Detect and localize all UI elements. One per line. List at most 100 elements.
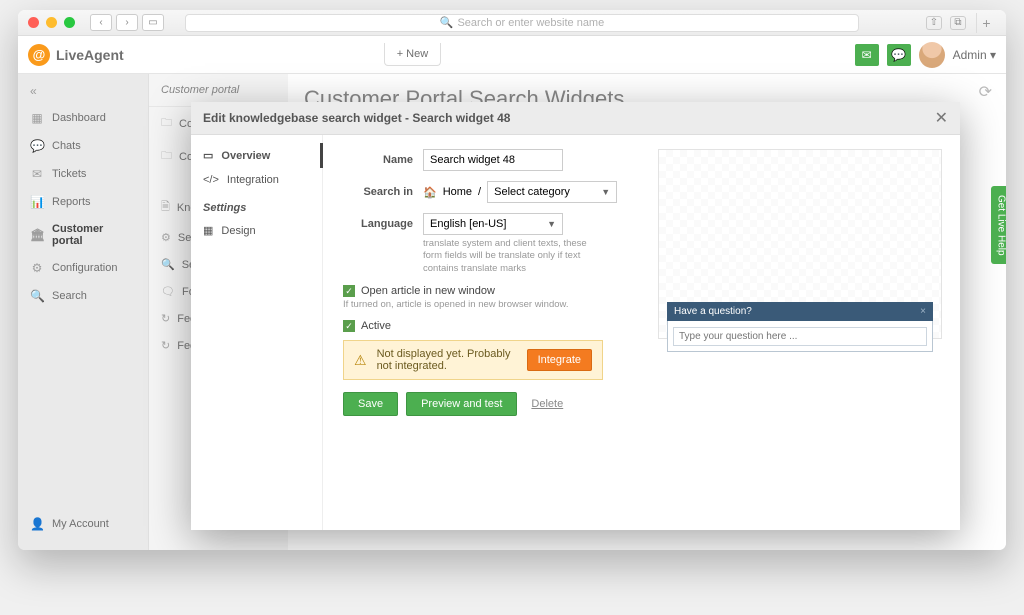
warning-icon: ⚠ bbox=[354, 352, 367, 369]
refresh-icon[interactable]: ⟳ bbox=[979, 82, 992, 102]
name-input[interactable] bbox=[423, 149, 563, 171]
gear-icon: ⚙ bbox=[161, 231, 171, 244]
tabs-icon[interactable]: ⧉ bbox=[950, 16, 966, 30]
sidebar-item-configuration[interactable]: ⚙Configuration bbox=[18, 254, 148, 282]
feed-icon: ↻ bbox=[161, 312, 170, 325]
avatar[interactable] bbox=[919, 42, 945, 68]
language-help: translate system and client texts, these… bbox=[423, 238, 603, 275]
search-icon: 🔍 bbox=[30, 289, 44, 303]
delete-link[interactable]: Delete bbox=[531, 398, 563, 410]
modal-section-settings: Settings bbox=[191, 192, 322, 218]
modal-tab-integration[interactable]: </>Integration bbox=[191, 168, 322, 192]
collapse-icon[interactable]: « bbox=[18, 78, 148, 104]
preview-pane: Have a question? × bbox=[658, 149, 942, 339]
widget-search-input[interactable] bbox=[673, 327, 927, 346]
modal-title: Edit knowledgebase search widget - Searc… bbox=[203, 111, 510, 125]
checkbox-icon: ✓ bbox=[343, 285, 355, 297]
forward-button[interactable]: › bbox=[116, 14, 138, 31]
url-placeholder: Search or enter website name bbox=[457, 17, 604, 29]
minimize-window[interactable] bbox=[46, 17, 57, 28]
home-text: Home bbox=[443, 186, 472, 198]
widget-header: Have a question? × bbox=[667, 302, 933, 321]
new-button[interactable]: + New bbox=[384, 43, 442, 66]
close-window[interactable] bbox=[28, 17, 39, 28]
card-icon: ▭ bbox=[203, 149, 213, 162]
sidebar-item-tickets[interactable]: ✉Tickets bbox=[18, 160, 148, 188]
sidebar-item-customer-portal[interactable]: 🏛Customer portal bbox=[18, 216, 148, 254]
gear-icon: ⚙ bbox=[30, 261, 44, 275]
doc-icon: 🗎 bbox=[161, 198, 170, 217]
dashboard-icon: ▦ bbox=[30, 111, 44, 125]
code-icon: </> bbox=[203, 174, 219, 186]
browser-window: ‹ › ▭ 🔍 Search or enter website name ⇧ ⧉… bbox=[18, 10, 1006, 550]
slash: / bbox=[478, 186, 481, 198]
ticket-icon: ✉ bbox=[30, 167, 44, 181]
feed-icon: ↻ bbox=[161, 339, 170, 352]
traffic-lights bbox=[28, 17, 75, 28]
forum-icon: 🗨 bbox=[161, 285, 175, 298]
language-dropdown[interactable]: English [en-US] ▼ bbox=[423, 213, 563, 235]
portal-icon: 🏛 bbox=[30, 228, 44, 242]
close-icon[interactable]: ✕ bbox=[935, 108, 948, 128]
sidebar: « ▦Dashboard 💬Chats ✉Tickets 📊Reports 🏛C… bbox=[18, 74, 148, 550]
user-icon: 👤 bbox=[30, 517, 44, 531]
modal-header: Edit knowledgebase search widget - Searc… bbox=[191, 102, 960, 135]
name-label: Name bbox=[343, 149, 423, 166]
modal-body: ▭Overview </>Integration Settings ▦Desig… bbox=[191, 135, 960, 530]
category-dropdown[interactable]: Select category ▼ bbox=[487, 181, 617, 203]
back-button[interactable]: ‹ bbox=[90, 14, 112, 31]
share-icon[interactable]: ⇧ bbox=[926, 16, 942, 30]
warning-text: Not displayed yet. Probably not integrat… bbox=[377, 348, 517, 372]
chevron-down-icon: ▼ bbox=[547, 219, 556, 229]
search-icon: 🔍 bbox=[161, 258, 175, 271]
save-button[interactable]: Save bbox=[343, 392, 398, 416]
folder-icon: 🗀 bbox=[161, 114, 172, 133]
chat-button[interactable]: 💬 bbox=[887, 44, 911, 66]
logo[interactable]: @ LiveAgent bbox=[28, 44, 124, 66]
admin-menu[interactable]: Admin ▾ bbox=[953, 48, 996, 62]
modal-form: Name Search in 🏠 Home / Select category … bbox=[323, 135, 960, 530]
modal-sidebar: ▭Overview </>Integration Settings ▦Desig… bbox=[191, 135, 323, 530]
sidebar-item-reports[interactable]: 📊Reports bbox=[18, 188, 148, 216]
widget-preview: Have a question? × bbox=[667, 302, 933, 352]
maximize-window[interactable] bbox=[64, 17, 75, 28]
sidebar-item-account[interactable]: 👤My Account bbox=[18, 510, 148, 538]
warning-box: ⚠ Not displayed yet. Probably not integr… bbox=[343, 340, 603, 380]
toolbar-right: ⇧ ⧉ + bbox=[926, 13, 996, 33]
button-row: Save Preview and test Delete bbox=[343, 392, 940, 416]
widget-body bbox=[667, 321, 933, 352]
language-label: Language bbox=[343, 213, 423, 230]
modal-tab-overview[interactable]: ▭Overview bbox=[191, 143, 323, 168]
nav-buttons: ‹ › ▭ bbox=[90, 14, 164, 31]
chat-icon: 💬 bbox=[30, 139, 44, 153]
sidebar-item-dashboard[interactable]: ▦Dashboard bbox=[18, 104, 148, 132]
reports-icon: 📊 bbox=[30, 195, 44, 209]
sidebar-item-search[interactable]: 🔍Search bbox=[18, 282, 148, 310]
mail-button[interactable]: ✉ bbox=[855, 44, 879, 66]
checkbox-icon: ✓ bbox=[343, 320, 355, 332]
widget-title: Have a question? bbox=[674, 306, 752, 317]
chevron-down-icon: ▼ bbox=[601, 187, 610, 197]
widget-close-icon[interactable]: × bbox=[920, 306, 926, 317]
integrate-button[interactable]: Integrate bbox=[527, 349, 592, 371]
edit-widget-modal: Edit knowledgebase search widget - Searc… bbox=[191, 102, 960, 530]
titlebar: ‹ › ▭ 🔍 Search or enter website name ⇧ ⧉… bbox=[18, 10, 1006, 36]
search-icon: 🔍 bbox=[440, 16, 454, 29]
home-icon: 🏠 bbox=[423, 186, 437, 199]
new-tab-button[interactable]: + bbox=[976, 13, 996, 33]
preview-button[interactable]: Preview and test bbox=[406, 392, 517, 416]
url-bar[interactable]: 🔍 Search or enter website name bbox=[185, 14, 859, 32]
sidebar-item-chats[interactable]: 💬Chats bbox=[18, 132, 148, 160]
folder-icon: 🗀 bbox=[161, 147, 172, 166]
design-icon: ▦ bbox=[203, 224, 213, 237]
app-name: LiveAgent bbox=[56, 47, 124, 63]
sidebar-toggle-button[interactable]: ▭ bbox=[142, 14, 164, 31]
header-right: ✉ 💬 Admin ▾ bbox=[855, 42, 996, 68]
modal-tab-design[interactable]: ▦Design bbox=[191, 218, 322, 243]
app: @ LiveAgent + New ✉ 💬 Admin ▾ « ▦Dashboa… bbox=[18, 36, 1006, 550]
app-header: @ LiveAgent + New ✉ 💬 Admin ▾ bbox=[18, 36, 1006, 74]
new-button-wrap: + New bbox=[384, 43, 442, 66]
live-help-tab[interactable]: Get Live Help bbox=[991, 186, 1006, 264]
logo-badge-icon: @ bbox=[28, 44, 50, 66]
searchin-label: Search in bbox=[343, 181, 423, 198]
